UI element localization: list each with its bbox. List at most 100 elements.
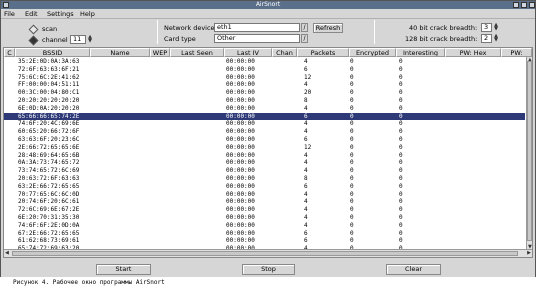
table-row[interactable]: 0A:3A:73:74:65:72 00:00:00 4 0 0: [4, 159, 525, 167]
bssid-cell: 74:6F:20:4C:69:6E: [18, 120, 80, 128]
packets-cell: 4: [304, 81, 308, 89]
bssid-cell: 61:62:68:73:69:61: [18, 237, 80, 245]
bssid-cell: 74:6F:6F:2E:0D:0A: [18, 221, 80, 229]
table-row[interactable]: 20:63:72:6F:63:63 00:00:00 8 0 0: [4, 175, 525, 183]
column-header-name[interactable]: Name: [90, 48, 150, 57]
interesting-cell: 0: [399, 206, 403, 214]
packets-cell: 8: [304, 174, 308, 182]
card-type-picker-icon[interactable]: /: [301, 34, 308, 43]
column-header-wep[interactable]: WEP: [150, 48, 170, 57]
last-iv-cell: 00:00:00: [226, 112, 255, 120]
packets-cell: 6: [304, 65, 308, 73]
table-row[interactable]: 73:74:65:72:6C:69 00:00:00 4 0 0: [4, 167, 525, 175]
network-device-label: Network device: [164, 24, 215, 32]
table-row[interactable]: 20:74:6F:20:6C:61 00:00:00 4 0 0: [4, 198, 525, 206]
bssid-cell: 63:63:6F:20:23:6C: [18, 135, 80, 143]
packets-cell: 6: [304, 112, 308, 120]
table-row[interactable]: 35:2E:0D:0A:3A:63 00:00:00 4 0 0: [4, 58, 525, 66]
window-menu-icon[interactable]: [3, 2, 9, 8]
last-iv-cell: 00:00:00: [226, 167, 255, 175]
column-header-chan[interactable]: Chan: [272, 48, 297, 57]
table-row[interactable]: 20:20:20:20:20:20 00:00:00 8 0 0: [4, 97, 525, 105]
interesting-cell: 0: [399, 135, 403, 143]
scan-radio[interactable]: [28, 24, 39, 35]
start-button[interactable]: Start: [96, 264, 151, 275]
column-header-pw-hex[interactable]: PW: Hex: [445, 48, 501, 57]
column-header-last-seen[interactable]: Last Seen: [170, 48, 224, 57]
clear-button[interactable]: Clear: [386, 264, 441, 275]
refresh-button[interactable]: Refresh: [313, 23, 343, 33]
minimize-icon[interactable]: [513, 2, 519, 8]
scroll-right-icon[interactable]: ▶: [527, 250, 531, 256]
menu-settings[interactable]: Settings: [47, 10, 74, 18]
encrypted-cell: 0: [350, 128, 354, 136]
column-header-bssid[interactable]: BSSID: [15, 48, 90, 57]
close-icon[interactable]: [529, 2, 535, 8]
menu-edit[interactable]: Edit: [25, 10, 38, 18]
interesting-cell: 0: [399, 65, 403, 73]
action-bar: Start Stop Clear: [1, 261, 535, 277]
column-header-interesting[interactable]: Interesting: [396, 48, 445, 57]
packets-cell: 4: [304, 120, 308, 128]
column-header-c[interactable]: C: [4, 48, 15, 57]
channel-spinner-icon[interactable]: ▲ ▼: [87, 35, 93, 44]
table-row[interactable]: 70:77:65:6C:6C:0D 00:00:00 4 0 0: [4, 191, 525, 199]
table-row[interactable]: 6E:0D:0A:20:20:20 00:00:00 4 0 0: [4, 105, 525, 113]
column-header-encrypted[interactable]: Encrypted: [349, 48, 396, 57]
menu-file[interactable]: File: [4, 10, 15, 18]
packets-cell: 6: [304, 229, 308, 237]
vertical-scroll-thumb[interactable]: [527, 61, 532, 241]
horizontal-scroll-thumb[interactable]: [12, 251, 518, 256]
stop-button[interactable]: Stop: [242, 264, 295, 275]
interesting-cell: 0: [399, 89, 403, 97]
column-header-last-iv[interactable]: Last IV: [224, 48, 272, 57]
table-row[interactable]: 63:2E:66:72:65:65 00:00:00 6 0 0: [4, 183, 525, 191]
last-iv-cell: 00:00:00: [226, 206, 255, 214]
crack40-spinner-icon[interactable]: ▲ ▼: [493, 23, 499, 32]
table-row[interactable]: 63:63:6F:20:23:6C 00:00:00 6 0 0: [4, 136, 525, 144]
last-iv-cell: 00:00:00: [226, 89, 255, 97]
maximize-icon[interactable]: [521, 2, 527, 8]
interesting-cell: 0: [399, 128, 403, 136]
interesting-cell: 0: [399, 159, 403, 167]
interesting-cell: 0: [399, 213, 403, 221]
card-type-select[interactable]: Other: [214, 34, 300, 43]
table-row[interactable]: FF:00:00:04:51:11 00:00:00 4 0 0: [4, 81, 525, 89]
crack128-input[interactable]: 2: [481, 34, 492, 43]
table-row[interactable]: 65:66:66:65:74:2E 00:00:00 6 0 0: [4, 112, 525, 121]
last-iv-cell: 00:00:00: [226, 58, 255, 65]
last-iv-cell: 00:00:00: [226, 237, 255, 245]
channel-radio[interactable]: [28, 35, 39, 46]
crack128-spinner-icon[interactable]: ▲ ▼: [493, 34, 499, 43]
network-device-input[interactable]: eth1: [214, 23, 300, 32]
table-row[interactable]: 6E:20:70:31:35:30 00:00:00 4 0 0: [4, 214, 525, 222]
table-row[interactable]: 72:6F:63:63:6F:21 00:00:00 6 0 0: [4, 66, 525, 74]
table-row[interactable]: 75:6C:6C:2E:41:62 00:00:00 12 0 0: [4, 74, 525, 82]
table-row[interactable]: 2E:66:72:65:65:6E 00:00:00 12 0 0: [4, 144, 525, 152]
table-row[interactable]: 60:65:20:66:72:6F 00:00:00 4 0 0: [4, 128, 525, 136]
packets-cell: 12: [304, 143, 312, 151]
table-row[interactable]: 61:62:68:73:69:61 00:00:00 6 0 0: [4, 237, 525, 245]
table-row[interactable]: 28:48:69:64:65:6B 00:00:00 4 0 0: [4, 152, 525, 160]
last-iv-cell: 00:00:00: [226, 174, 255, 182]
menu-help[interactable]: Help: [80, 10, 95, 18]
vertical-scrollbar[interactable]: ▲ ▼: [526, 57, 532, 250]
column-header-packets[interactable]: Packets: [297, 48, 349, 57]
interesting-cell: 0: [399, 112, 403, 120]
scroll-left-icon[interactable]: ◀: [5, 250, 9, 256]
table-row[interactable]: 72:6C:69:6E:67:2E 00:00:00 4 0 0: [4, 206, 525, 214]
bssid-cell: 6E:20:70:31:35:30: [18, 213, 80, 221]
table-row[interactable]: 67:2E:66:72:65:65 00:00:00 6 0 0: [4, 230, 525, 238]
table-row[interactable]: 74:6F:20:4C:69:6E 00:00:00 4 0 0: [4, 120, 525, 128]
bssid-cell: 20:74:6F:20:6C:61: [18, 198, 80, 206]
column-header-pw[interactable]: PW:: [501, 48, 532, 57]
packets-cell: 4: [304, 190, 308, 198]
title-bar[interactable]: AirSnort: [1, 1, 535, 9]
table-row[interactable]: 00:3C:00:04:80:C1 00:00:00 20 0 0: [4, 89, 525, 97]
table-row[interactable]: 74:6F:6F:2E:0D:0A 00:00:00 4 0 0: [4, 222, 525, 230]
bssid-cell: 72:6C:69:6E:67:2E: [18, 206, 80, 214]
horizontal-scrollbar[interactable]: ◀ ▶: [4, 249, 532, 257]
network-device-picker-icon[interactable]: /: [301, 23, 308, 32]
crack40-input[interactable]: 3: [481, 23, 492, 32]
channel-input[interactable]: 11: [70, 35, 86, 44]
